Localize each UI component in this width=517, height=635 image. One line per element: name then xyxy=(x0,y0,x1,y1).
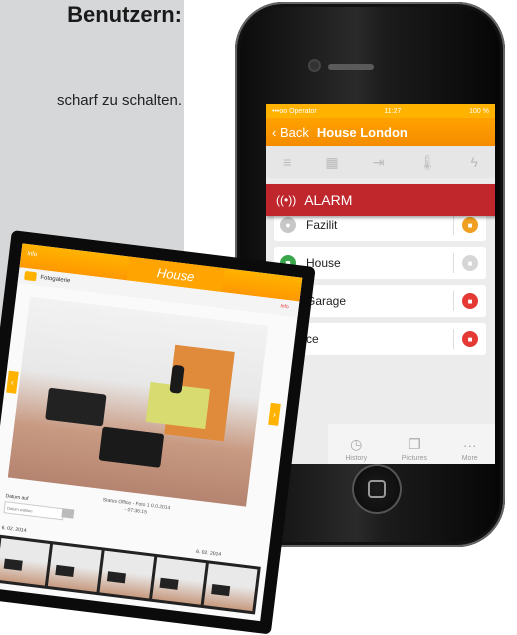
date-input[interactable] xyxy=(3,501,65,521)
lock-icon[interactable]: ■ xyxy=(462,293,478,309)
carrier-label: •••oo Operator xyxy=(272,107,317,115)
item-label: ce xyxy=(306,332,319,346)
pictures-icon: ❐ xyxy=(408,436,421,452)
thumbnail[interactable] xyxy=(151,557,206,605)
photo-sofa xyxy=(98,426,165,468)
thermometer-icon[interactable]: 🌡 xyxy=(419,154,437,171)
tab-label: History xyxy=(345,455,368,462)
panel-text: scharf zu schalten. xyxy=(56,92,182,109)
back-label: Back xyxy=(279,124,309,140)
lock-icon[interactable]: ■ xyxy=(462,331,478,347)
clock-icon: ◷ xyxy=(350,436,363,452)
time-label: 11:27 xyxy=(384,107,402,115)
lightning-icon[interactable]: ϟ xyxy=(470,154,477,170)
panel-heading: Benutzern: xyxy=(67,2,182,27)
thumbnail[interactable] xyxy=(99,550,154,599)
gallery-photo[interactable] xyxy=(7,296,269,507)
status-icon: ● xyxy=(280,217,296,233)
strip-date-left: 6. 02. 2014 xyxy=(1,524,27,534)
nav-title: House London xyxy=(316,124,408,140)
thumbnail[interactable] xyxy=(203,563,258,612)
status-bar: •••oo Operator 11:27 100 % xyxy=(266,104,495,118)
thumbnail[interactable] xyxy=(0,538,51,586)
battery-label: 100 % xyxy=(469,107,489,115)
tab-history[interactable]: ◷ History xyxy=(345,436,367,462)
alarm-banner[interactable]: ((•)) ALARM xyxy=(266,184,495,216)
alarm-label: ALARM xyxy=(304,192,353,208)
next-arrow-icon[interactable]: › xyxy=(268,402,281,426)
item-label: House xyxy=(306,256,341,270)
home-square-icon xyxy=(368,480,386,498)
gallery-icon xyxy=(24,270,38,282)
strip-date-right: 6. 02. 2014 xyxy=(195,548,222,558)
calendar-icon[interactable]: ▦ xyxy=(325,154,338,171)
nav-bar: ‹ Back House London xyxy=(266,118,495,146)
photo-sofa xyxy=(45,387,107,427)
front-camera-icon xyxy=(310,61,319,70)
tab-more[interactable]: ··· More xyxy=(462,437,478,462)
divider xyxy=(453,291,454,311)
home-button[interactable] xyxy=(352,464,402,514)
gallery-title: Fotogalerie xyxy=(40,274,71,285)
tablet-screen: Info House Fotogalerie Info ‹ › Status O… xyxy=(0,243,303,622)
header-info[interactable]: Info xyxy=(27,251,38,258)
alarm-broadcast-icon: ((•)) xyxy=(276,193,297,207)
prev-arrow-icon[interactable]: ‹ xyxy=(6,370,19,394)
tab-bar: ◷ History ❐ Pictures ··· More xyxy=(328,424,495,464)
more-icon: ··· xyxy=(462,437,477,453)
tab-label: More xyxy=(461,455,478,462)
date-picker-button[interactable] xyxy=(61,508,75,519)
item-label: Fazilit xyxy=(306,218,338,232)
divider xyxy=(453,253,454,273)
tablet-device: Info House Fotogalerie Info ‹ › Status O… xyxy=(0,230,316,635)
list-icon[interactable]: ≡ xyxy=(283,154,291,170)
divider xyxy=(453,215,454,235)
icon-toolbar: ≡ ▦ ⇥ 🌡 ϟ xyxy=(266,146,495,178)
item-label: Garage xyxy=(306,294,347,308)
tab-pictures[interactable]: ❐ Pictures xyxy=(402,436,427,462)
lock-icon[interactable]: ■ xyxy=(462,255,478,271)
tab-label: Pictures xyxy=(401,455,428,462)
lock-icon[interactable]: ■ xyxy=(462,217,478,233)
back-button[interactable]: ‹ Back xyxy=(272,125,309,140)
speaker-grille xyxy=(328,64,374,70)
thumbnail-strip xyxy=(0,534,261,615)
thumbnail[interactable] xyxy=(48,544,103,593)
photo-caption: Status Office - Foto 1 0.0.2014 - 07:36:… xyxy=(102,497,171,516)
divider xyxy=(453,329,454,349)
gallery-info[interactable]: Info xyxy=(280,303,289,310)
exit-icon[interactable]: ⇥ xyxy=(373,154,385,171)
